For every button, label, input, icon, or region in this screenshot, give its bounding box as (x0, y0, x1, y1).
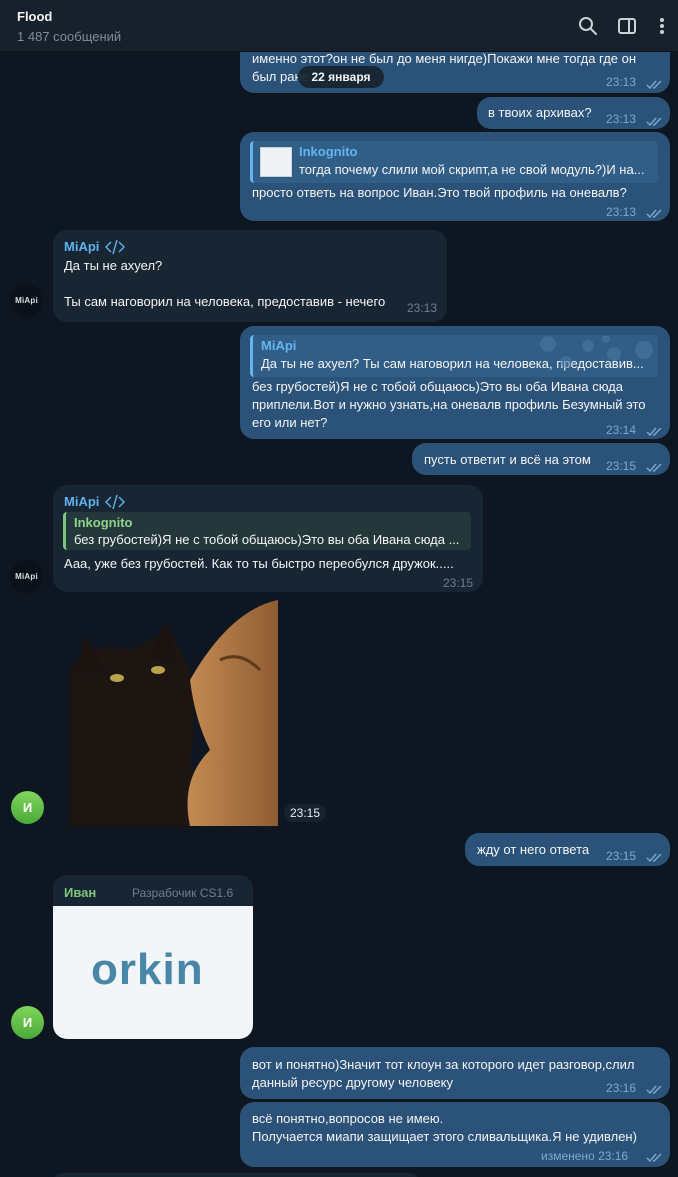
message-incoming[interactable]: MiApi Да ты не ахуел? Ты сам наговорил н… (53, 230, 447, 322)
message-outgoing[interactable]: в твоих архивах? 23:13 (477, 97, 670, 129)
message-text: Ааа, уже без грубостей. Как то ты быстро… (64, 556, 454, 571)
message-time: 23:13 (606, 75, 637, 89)
read-checkmarks-icon (646, 1082, 664, 1095)
message-text: всё понятно,вопросов не имею. Получается… (252, 1111, 637, 1144)
message-time: 23:16 (606, 1081, 637, 1095)
message-text: жду от него ответа (477, 842, 590, 857)
reply-text: тогда почему слили мой скрипт,а не свой … (299, 162, 645, 177)
sender-rank: Разрабочик CS1.6 (132, 886, 234, 900)
sender-name[interactable]: MiApi (64, 238, 99, 256)
reply-sender: MiApi (261, 338, 297, 353)
reply-text: без грубостей)Я не с тобой общаюсь)Это в… (74, 532, 460, 547)
sidebar-toggle-icon[interactable] (615, 14, 639, 38)
read-checkmarks-icon (646, 114, 664, 127)
more-vertical-icon[interactable] (650, 14, 670, 38)
avatar[interactable]: И (11, 1006, 44, 1039)
reply-sender: Inkognito (299, 144, 358, 159)
reply-sender: Inkognito (74, 515, 133, 530)
cat-sticker-image[interactable] (70, 600, 278, 826)
member-count: 1 487 сообщений (17, 29, 122, 44)
message-text: в твоих архивах? (488, 105, 592, 120)
avatar[interactable]: MiApi (10, 284, 43, 317)
read-checkmarks-icon (646, 77, 664, 90)
message-time: 23:14 (606, 423, 637, 437)
message-text: без грубостей)Я не с тобой общаюсь)Это в… (252, 379, 646, 430)
chat-header: Flood 1 487 сообщений (0, 0, 678, 52)
message-time: 23:13 (407, 301, 438, 315)
read-checkmarks-icon (646, 850, 664, 863)
message-text: просто ответь на вопрос Иван.Это твой пр… (252, 185, 627, 200)
search-icon[interactable] (576, 14, 600, 38)
message-text: пусть ответит и всё на этом (424, 452, 591, 467)
message-time: 23:15 (606, 459, 637, 473)
reply-quote[interactable]: Inkognito тогда почему слили мой скрипт,… (250, 141, 658, 183)
message-text: Да ты не ахуел? Ты сам наговорил на чело… (64, 258, 386, 309)
message-time: 23:15 (284, 804, 327, 822)
message-outgoing[interactable]: MiApi Да ты не ахуел? Ты сам наговорил н… (240, 326, 670, 439)
chat-title[interactable]: Flood (17, 9, 52, 24)
attached-image[interactable]: orkin (53, 906, 253, 1039)
message-time: 23:13 (606, 112, 637, 126)
image-text: orkin (91, 945, 204, 994)
avatar[interactable]: И (11, 791, 44, 824)
code-icon (105, 239, 125, 255)
message-time: 23:13 (606, 205, 637, 219)
message-outgoing[interactable]: жду от него ответа 23:15 (465, 833, 670, 866)
read-checkmarks-icon (646, 1150, 664, 1163)
message-outgoing[interactable]: вот и понятно)Значит тот клоун за которо… (240, 1047, 670, 1099)
message-time: 23:15 (443, 576, 474, 590)
sender-name[interactable]: Иван (64, 884, 96, 902)
avatar[interactable]: MiApi (10, 560, 43, 593)
date-separator: 22 января (298, 66, 384, 88)
message-outgoing[interactable]: всё понятно,вопросов не имею. Получается… (240, 1102, 670, 1167)
message-time: 23:15 (606, 849, 637, 863)
message-incoming[interactable]: MiApi Inkognito без грубостей)Я не с тоб… (53, 485, 483, 592)
reply-thumbnail (260, 147, 292, 177)
read-checkmarks-icon (646, 460, 664, 473)
message-incoming[interactable]: Иван Разрабочик CS1.6 orkin (53, 875, 253, 1039)
message-outgoing[interactable]: Inkognito тогда почему слили мой скрипт,… (240, 132, 670, 221)
code-icon (105, 494, 125, 510)
read-checkmarks-icon (646, 206, 664, 219)
reply-quote[interactable]: Inkognito без грубостей)Я не с тобой общ… (63, 512, 471, 550)
sender-name[interactable]: MiApi (64, 493, 99, 511)
message-text: вот и понятно)Значит тот клоун за которо… (252, 1057, 635, 1090)
message-outgoing[interactable]: пусть ответит и всё на этом 23:15 (412, 443, 670, 475)
reply-decoration-icon (536, 335, 656, 372)
reply-quote[interactable]: MiApi Да ты не ахуел? Ты сам наговорил н… (250, 335, 658, 377)
message-time: изменено 23:16 (541, 1149, 629, 1163)
message-incoming[interactable] (53, 1173, 419, 1177)
read-checkmarks-icon (646, 424, 664, 437)
